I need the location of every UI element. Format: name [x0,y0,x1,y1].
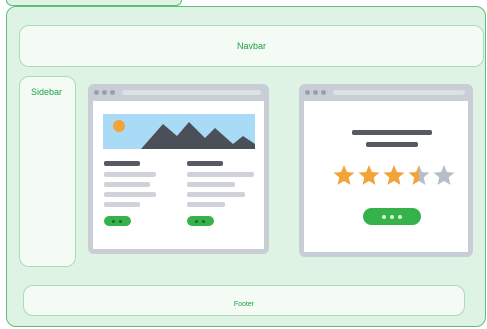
column-1-heading [104,161,140,166]
star-icon [333,165,355,185]
column-2-text [187,172,254,177]
column-2-text [187,182,235,187]
window-dot-icon [313,90,318,95]
star-rating [333,165,455,185]
star-icon [383,165,405,185]
navbar-label: Navbar [236,41,266,51]
browser-titlebar [88,84,269,101]
sidebar-region: Sidebar [19,76,76,267]
address-bar [122,90,261,95]
window-dot-icon [321,90,326,95]
browser-viewport [93,101,264,249]
browser-viewport [304,101,468,252]
navbar-region: Navbar [19,25,484,67]
star-icon [433,165,455,185]
rating-title-line [352,130,432,135]
window-dot-icon [305,90,310,95]
column-1-text [104,172,156,177]
column-1-text [104,202,140,207]
sidebar-label: Sidebar [31,87,63,97]
window-dot-icon [110,90,115,95]
column-2-heading [187,161,223,166]
footer-region: Footer [23,285,465,316]
sun-icon [113,120,125,132]
column-2-text [187,192,245,197]
window-dot-icon [94,90,99,95]
column-2-text [187,202,225,207]
star-icon [408,165,430,185]
column-1-button[interactable] [104,216,131,226]
browser-titlebar [299,84,473,101]
browser-window-rating [299,84,473,257]
cta-button[interactable] [363,208,421,225]
rating-subtitle-line [366,142,418,147]
window-dot-icon [102,90,107,95]
browser-window-content [88,84,269,254]
column-1-text [104,192,156,197]
address-bar [333,90,465,95]
column-2-button[interactable] [187,216,214,226]
footer-label: Footer [233,301,255,308]
mountain-image-icon [103,114,255,149]
star-icon [358,165,380,185]
column-1-text [104,182,150,187]
